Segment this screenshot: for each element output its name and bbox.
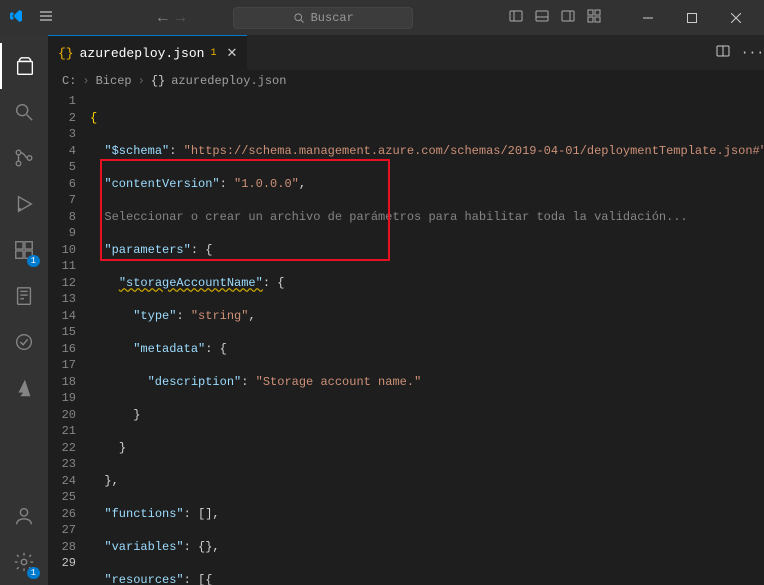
chevron-right-icon: › <box>82 74 89 88</box>
chevron-right-icon: › <box>138 74 145 88</box>
more-actions-icon[interactable]: ··· <box>741 45 764 60</box>
notebook-icon[interactable] <box>0 273 48 319</box>
tab-problems-count: 1 <box>210 48 216 59</box>
breadcrumbs[interactable]: C: › Bicep › {} azuredeploy.json <box>48 70 764 92</box>
vscode-logo-icon <box>8 8 24 28</box>
json-file-icon: {} <box>151 74 165 88</box>
close-button[interactable] <box>716 4 756 32</box>
accounts-icon[interactable] <box>0 493 48 539</box>
extensions-icon[interactable]: 1 <box>0 227 48 273</box>
breadcrumb-file[interactable]: azuredeploy.json <box>171 74 286 88</box>
search-icon <box>293 12 305 24</box>
testing-icon[interactable] <box>0 319 48 365</box>
settings-icon[interactable]: 1 <box>0 539 48 585</box>
search-placeholder: Buscar <box>311 11 354 25</box>
code-editor[interactable]: 1234567891011121314151617181920212223242… <box>48 92 764 585</box>
search-activity-icon[interactable] <box>0 89 48 135</box>
extensions-badge: 1 <box>27 255 40 267</box>
nav-back-icon[interactable]: ← <box>158 9 168 27</box>
command-center[interactable]: Buscar <box>233 7 413 29</box>
hamburger-menu-icon[interactable] <box>32 8 60 28</box>
toggle-secondary-sidebar-icon[interactable] <box>560 8 576 28</box>
settings-badge: 1 <box>27 567 40 579</box>
split-editor-icon[interactable] <box>715 43 731 63</box>
maximize-button[interactable] <box>672 4 712 32</box>
tab-bar: {} azuredeploy.json 1 ✕ ··· <box>48 35 764 70</box>
window-controls <box>628 4 756 32</box>
code-content[interactable]: { "$schema": "https://schema.management.… <box>90 92 764 585</box>
tab-close-icon[interactable]: ✕ <box>226 46 237 61</box>
toggle-panel-icon[interactable] <box>534 8 550 28</box>
layout-controls <box>508 8 602 28</box>
nav-forward-icon: → <box>176 9 186 27</box>
azure-icon[interactable] <box>0 365 48 411</box>
line-number-gutter: 1234567891011121314151617181920212223242… <box>48 92 90 585</box>
run-debug-icon[interactable] <box>0 181 48 227</box>
source-control-icon[interactable] <box>0 135 48 181</box>
breadcrumb-folder[interactable]: Bicep <box>96 74 132 88</box>
toggle-primary-sidebar-icon[interactable] <box>508 8 524 28</box>
breadcrumb-root[interactable]: C: <box>62 74 76 88</box>
title-bar: ← → Buscar <box>0 0 764 35</box>
customize-layout-icon[interactable] <box>586 8 602 28</box>
nav-arrows: ← → <box>158 9 185 27</box>
minimize-button[interactable] <box>628 4 668 32</box>
parameter-hint[interactable]: Seleccionar o crear un archivo de paráme… <box>104 210 687 224</box>
explorer-icon[interactable] <box>0 43 48 89</box>
activity-bar: 1 1 <box>0 35 48 585</box>
tab-azuredeploy[interactable]: {} azuredeploy.json 1 ✕ <box>48 35 247 70</box>
tab-filename: azuredeploy.json <box>80 46 205 61</box>
json-file-icon: {} <box>58 46 74 61</box>
editor-area: {} azuredeploy.json 1 ✕ ··· C: › Bicep ›… <box>48 35 764 585</box>
